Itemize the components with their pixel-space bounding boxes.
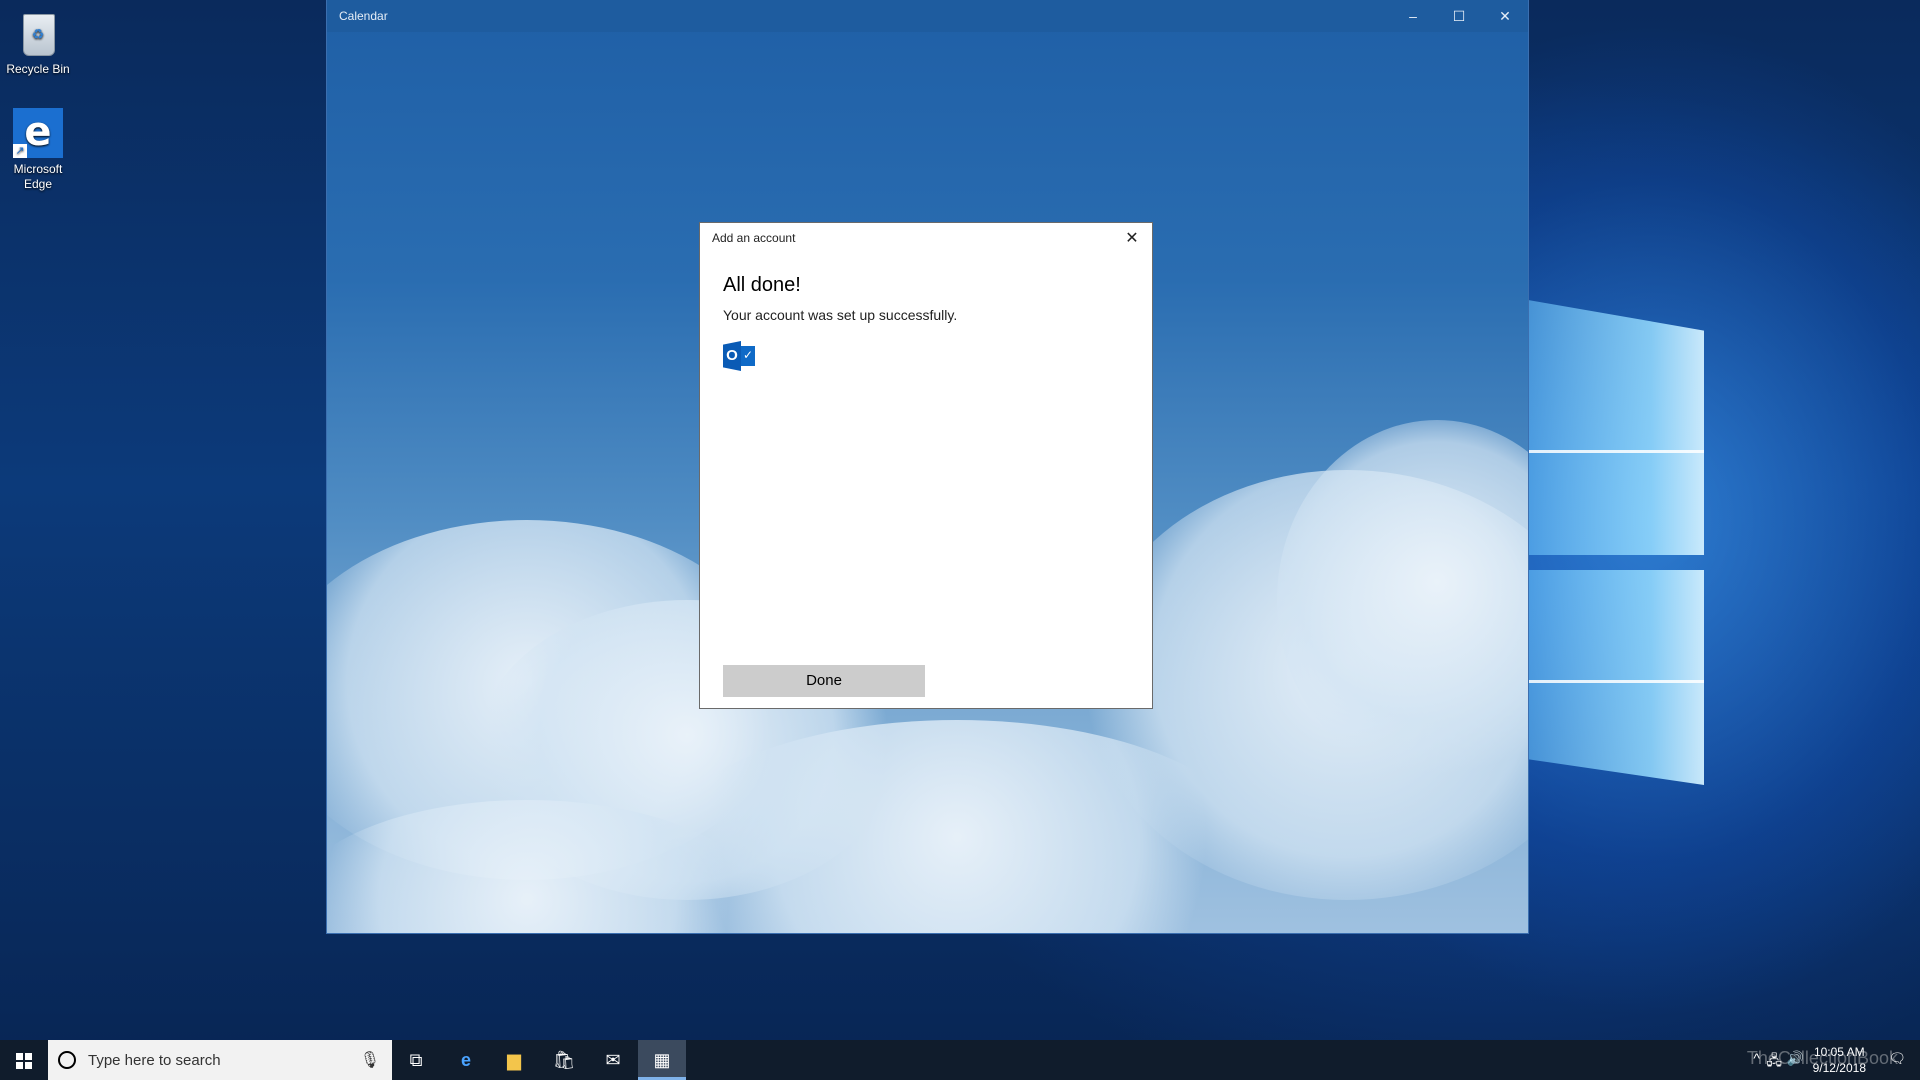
clock-time: 10:05 AM — [1813, 1045, 1865, 1059]
dialog-title: Add an account — [712, 231, 796, 245]
desktop-icon-recycle-bin[interactable]: ♻ Recycle Bin — [0, 8, 76, 77]
volume-icon[interactable]: 🔊 — [1787, 1050, 1804, 1067]
chevron-up-icon[interactable]: ^ — [1753, 1050, 1760, 1066]
dialog-close-button[interactable]: ✕ — [1120, 227, 1144, 251]
clock-date: 9/12/2018 — [1812, 1061, 1866, 1075]
minimize-button[interactable]: – — [1390, 0, 1436, 32]
store-icon[interactable]: 🛍 — [540, 1040, 588, 1080]
done-button[interactable]: Done — [723, 665, 925, 697]
mail-icon[interactable]: ✉ — [589, 1040, 637, 1080]
desktop: ♻ Recycle Bin e ↗ Microsoft Edge Calenda… — [0, 0, 1920, 1080]
calendar-window: Calendar – ☐ ✕ Add an account ✕ All done… — [327, 0, 1528, 933]
windows-logo-wallpaper — [1528, 300, 1908, 800]
edge-icon: e ↗ — [13, 108, 63, 158]
edge-icon[interactable]: e — [442, 1040, 490, 1080]
window-titlebar[interactable]: Calendar – ☐ ✕ — [327, 0, 1528, 32]
microphone-icon[interactable]: 🎙 — [360, 1050, 380, 1070]
taskbar: Type here to search 🎙 ⧉ e ▆ 🛍 ✉ ▦ TheCol… — [0, 1040, 1920, 1080]
window-title: Calendar — [339, 9, 388, 23]
close-window-button[interactable]: ✕ — [1482, 0, 1528, 32]
recycle-bin-icon: ♻ — [13, 8, 63, 58]
taskbar-search-box[interactable]: Type here to search 🎙 — [48, 1040, 392, 1080]
dialog-heading: All done! — [723, 274, 801, 296]
task-view-icon[interactable]: ⧉ — [392, 1040, 440, 1080]
dialog-message: Your account was set up successfully. — [723, 307, 958, 323]
system-tray: TheCollectionBook ^ 🖧 🔊 10:05 AM 9/12/20… — [1580, 1040, 1920, 1080]
action-center-icon[interactable]: 🗨 — [1888, 1050, 1906, 1067]
network-icon[interactable]: 🖧 — [1766, 1050, 1782, 1074]
shortcut-arrow-icon: ↗ — [13, 144, 27, 158]
desktop-icon-microsoft-edge[interactable]: e ↗ Microsoft Edge — [0, 108, 76, 192]
start-button[interactable] — [0, 1040, 48, 1080]
clock[interactable]: 10:05 AM 9/12/2018 — [1813, 1044, 1866, 1076]
cortana-icon — [58, 1051, 76, 1069]
calendar-icon[interactable]: ▦ — [638, 1040, 686, 1080]
file-explorer-icon[interactable]: ▆ — [490, 1040, 538, 1080]
maximize-button[interactable]: ☐ — [1436, 0, 1482, 32]
outlook-icon: O ✓ — [723, 341, 757, 371]
search-placeholder: Type here to search — [88, 1052, 221, 1069]
windows-start-icon — [16, 1053, 32, 1070]
add-account-dialog: Add an account ✕ All done! Your account … — [699, 222, 1153, 709]
desktop-icon-label: Microsoft Edge — [13, 162, 63, 191]
desktop-icon-label: Recycle Bin — [6, 62, 70, 76]
